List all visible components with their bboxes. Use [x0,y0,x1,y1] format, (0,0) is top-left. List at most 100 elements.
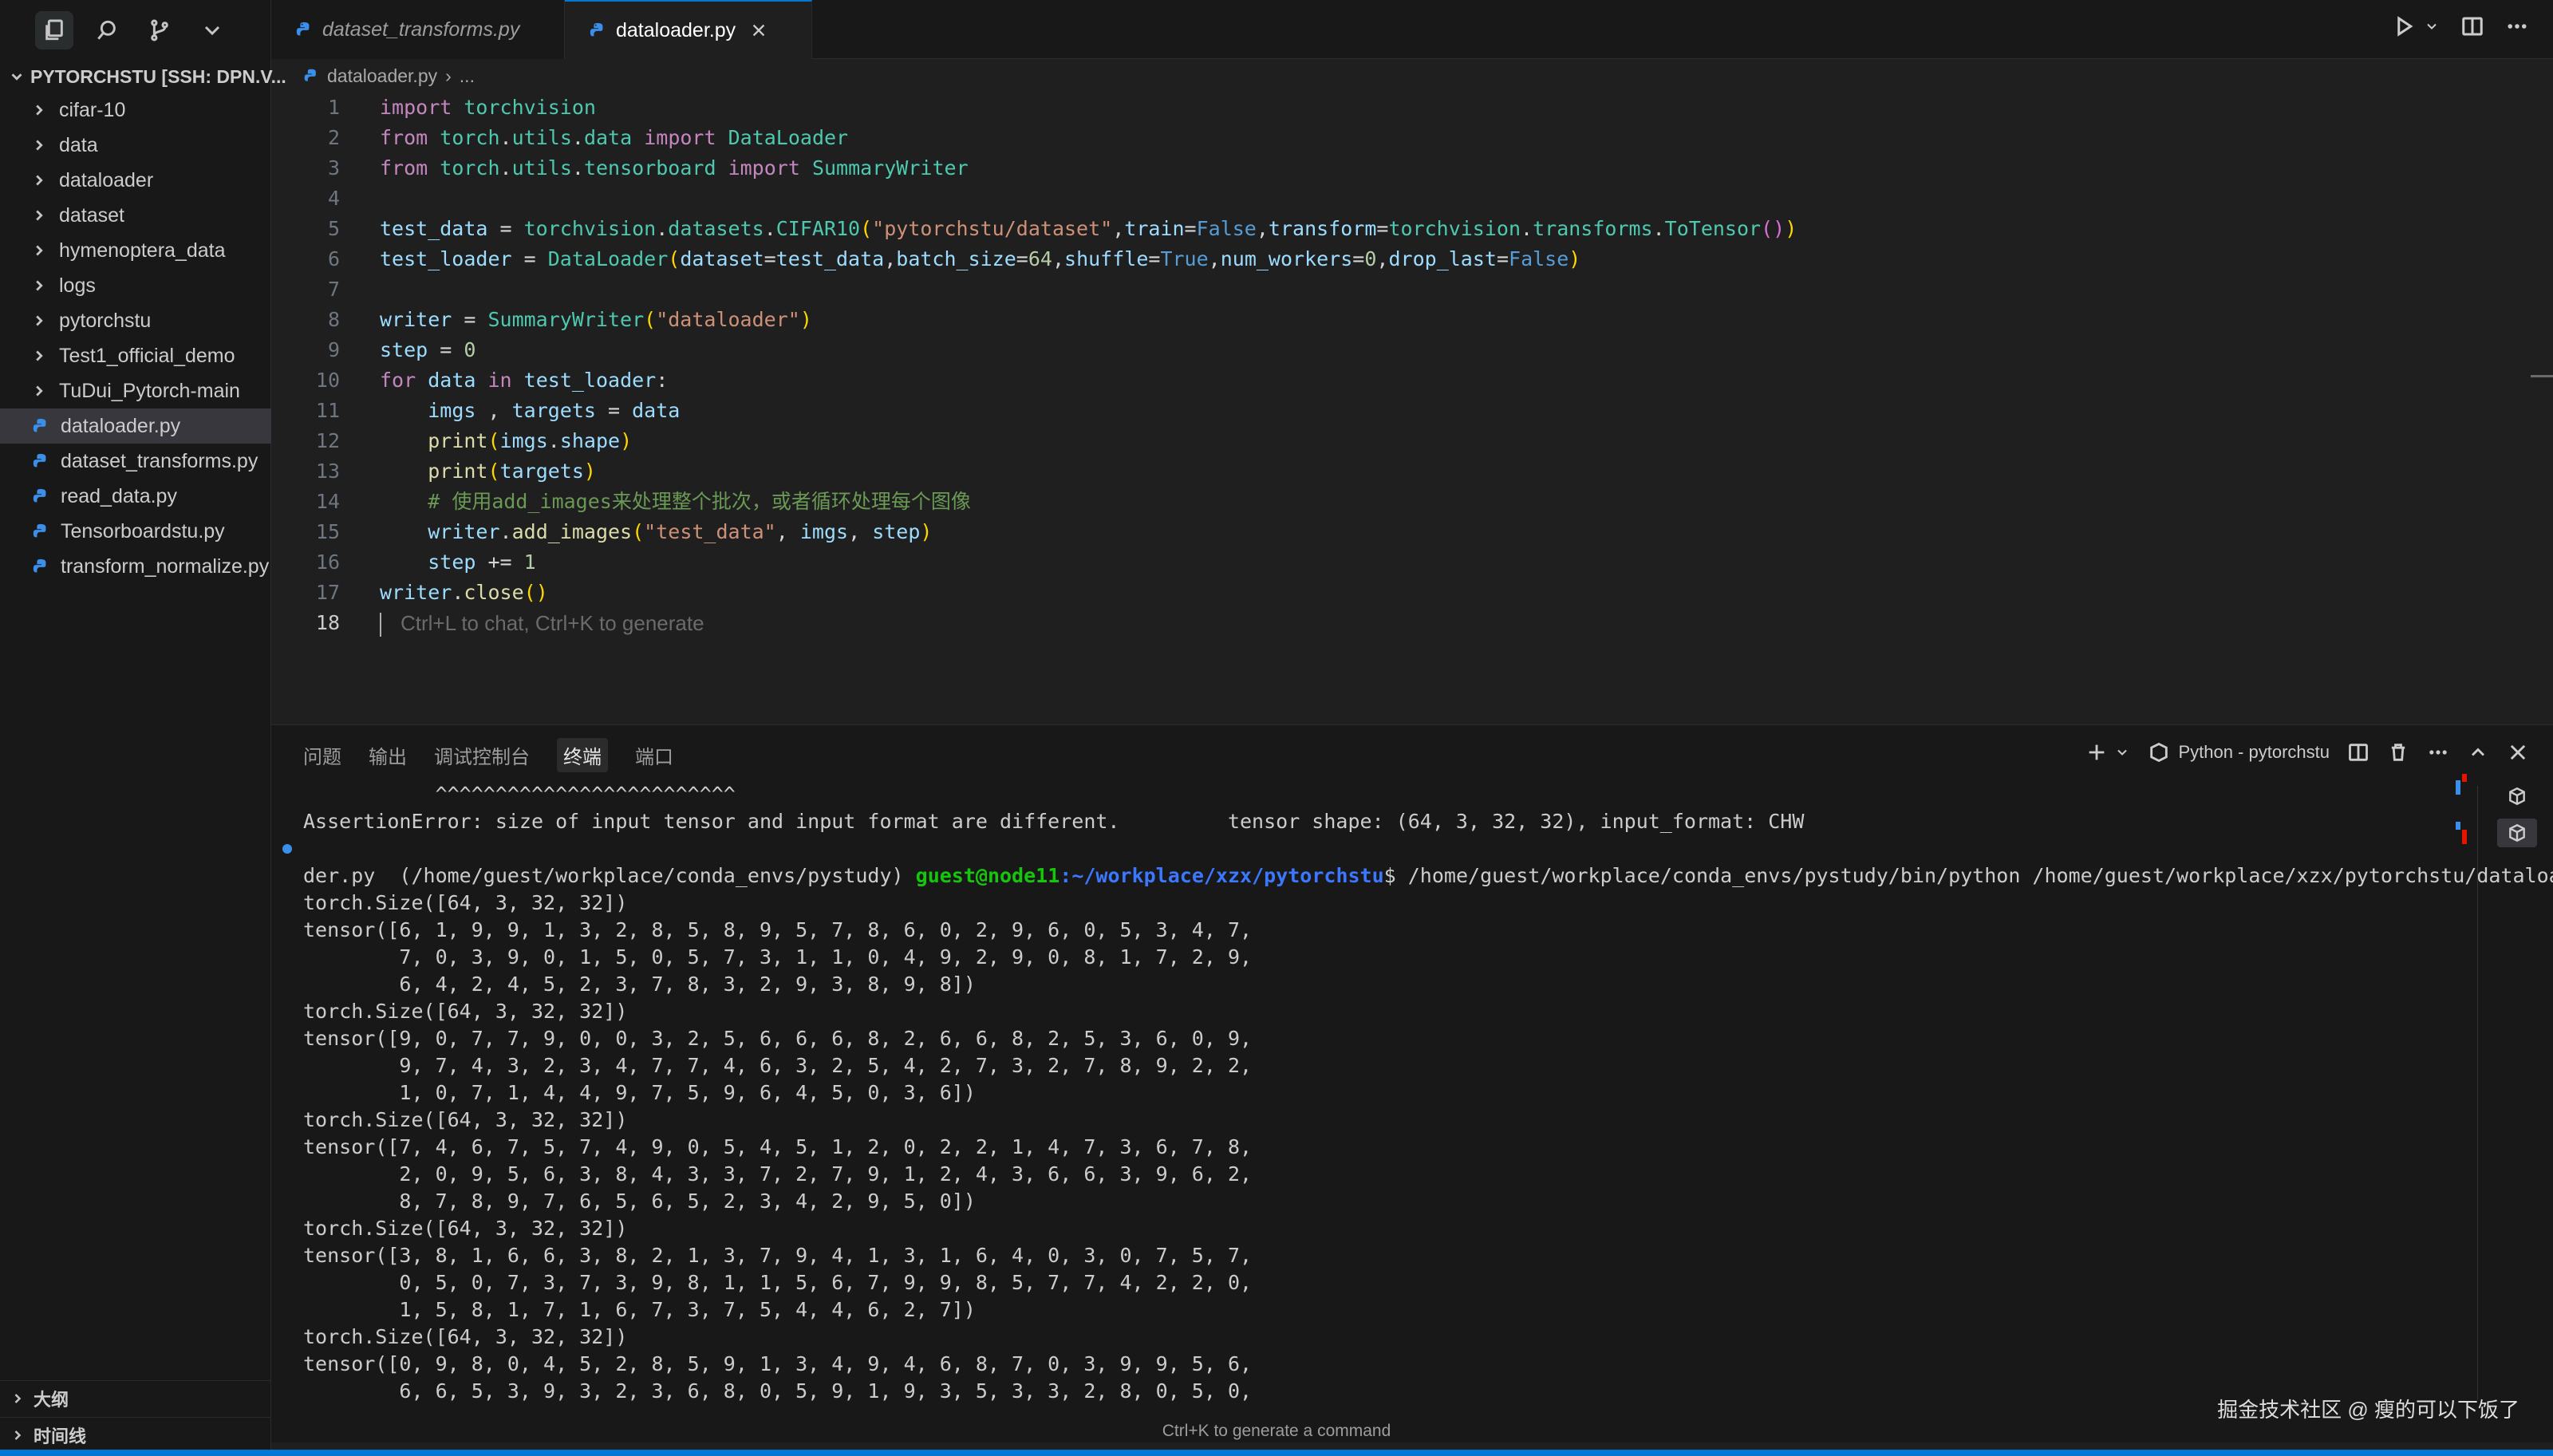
terminal-line: 6, 4, 2, 4, 5, 2, 3, 7, 8, 3, 2, 9, 3, 8… [303,973,976,996]
text-cursor [380,613,381,637]
terminal-lines: ^^^^^^^^^^^^^^^^^^^^^^^^^ AssertionError:… [303,781,2505,835]
tab-debug-console[interactable]: 调试控制台 [434,738,530,772]
tree-file[interactable]: dataloader.py [0,408,271,444]
line-number: 8 [327,308,340,331]
code-line: 7 [271,274,2529,305]
tree-file[interactable]: dataset_transforms.py [0,444,271,479]
line-number: 15 [315,520,340,543]
terminal-scrollbar[interactable] [2477,786,2478,1400]
scroll-mark [2456,822,2460,830]
breadcrumb-file[interactable]: dataloader.py [327,65,437,87]
more-actions-icon[interactable] [2427,741,2449,764]
chevron-down-icon[interactable] [2424,18,2440,34]
terminal-line: 2, 0, 9, 5, 6, 3, 8, 4, 3, 3, 7, 2, 7, 9… [303,1162,1253,1186]
terminal-line: tensor([9, 0, 7, 7, 9, 0, 0, 3, 2, 5, 6,… [303,1027,1253,1050]
run-icon[interactable] [2392,14,2416,38]
tree-item-label: data [59,133,98,156]
code-line: 14 # 使用add_images来处理整个批次，或者循环处理每个图像 [271,487,2529,517]
breadcrumb-rest[interactable]: ... [460,65,475,87]
line-number: 14 [315,490,340,513]
split-terminal-icon[interactable] [2347,741,2370,764]
tree-folder[interactable]: TuDui_Pytorch-main [0,373,271,408]
scroll-mark [2462,774,2467,782]
terminal-profile-icon [2509,787,2525,806]
terminal-line: tensor([7, 4, 6, 7, 5, 7, 4, 9, 0, 5, 4,… [303,1135,1253,1158]
tree-folder[interactable]: dataset [0,198,271,233]
explorer-root-header[interactable]: PYTORCHSTU [SSH: DPN.V... [8,62,286,91]
line-number: 9 [327,338,340,361]
tree-item-label: logs [59,274,96,297]
python-file-icon [33,488,46,503]
chevron-up-icon[interactable] [2467,741,2489,764]
chevron-down-icon[interactable] [193,11,231,49]
search-icon[interactable] [88,11,126,49]
source-control-icon[interactable] [140,11,179,49]
terminal-profile-icon [2150,742,2168,763]
sidebar: PYTORCHSTU [SSH: DPN.V... cifar-10 data da… [0,0,286,1456]
tab-dataset-transforms[interactable]: dataset_transforms.py [271,0,565,59]
explorer-title: PYTORCHSTU [SSH: DPN.V... [30,65,286,87]
editor-tab-bar: dataset_transforms.py dataloader.py [271,0,2553,59]
code-line: 3 from torch.utils.tensorboard import Sum… [271,153,2529,183]
terminal-profile-icon [2509,823,2525,842]
terminal-instance-2[interactable] [2497,819,2537,847]
code-line: 4 [271,183,2529,214]
activity-bar [35,11,231,49]
code-line: 16 step += 1 [271,547,2529,578]
chevron-right-icon [36,315,43,326]
breadcrumb-separator: › [445,65,452,86]
scroll-mark [2462,830,2467,844]
tree-folder[interactable]: logs [0,268,271,303]
terminal-output[interactable]: ^^^^^^^^^^^^^^^^^^^^^^^^^ AssertionError:… [282,781,2553,1419]
line-number: 6 [327,247,340,270]
terminal-name[interactable]: Python - pytorchstu [2178,742,2330,763]
tab-ports[interactable]: 端口 [635,738,673,772]
tree-file[interactable]: read_data.py [0,479,271,514]
chevron-right-icon [36,140,43,151]
trash-icon[interactable] [2387,741,2409,764]
editor-actions [2392,14,2529,38]
tree-file[interactable]: transform_normalize.py [0,549,271,584]
more-actions-icon[interactable] [2505,14,2529,38]
tab-dataloader[interactable]: dataloader.py [565,0,812,59]
code-line: 5 test_data = torchvision.datasets.CIFAR1… [271,214,2529,244]
terminal-line: 1, 5, 8, 1, 7, 1, 6, 7, 3, 7, 5, 4, 4, 6… [303,1298,976,1321]
outline-section[interactable]: 大纲 [0,1380,271,1415]
close-icon[interactable] [750,22,767,39]
chevron-right-icon [36,245,43,256]
tab-output[interactable]: 输出 [369,738,407,772]
code-line: 10 for data in test_loader: [271,365,2529,396]
tree-folder[interactable]: data [0,128,271,163]
terminal-line: torch.Size([64, 3, 32, 32]) [303,891,628,914]
code-line-current[interactable]: 18 Ctrl+L to chat, Ctrl+K to generate [271,608,2529,638]
terminal-prompt-line: (/home/guest/workplace/conda_envs/pystud… [282,835,2553,887]
tree-folder[interactable]: hymenoptera_data [0,233,271,268]
terminal-line: 1, 0, 7, 1, 4, 4, 9, 7, 5, 9, 6, 4, 5, 0… [303,1081,976,1104]
tab-terminal[interactable]: 终端 [557,737,608,772]
terminal-line: ^^^^^^^^^^^^^^^^^^^^^^^^^ [303,783,736,806]
tree-folder[interactable]: cifar-10 [0,93,271,128]
add-terminal-icon[interactable] [2085,741,2108,764]
chevron-right-icon [36,280,43,291]
scrollbar-marker[interactable] [2531,375,2553,377]
close-icon[interactable] [2507,741,2529,764]
tab-problems[interactable]: 问题 [303,738,341,772]
chevron-right-icon [36,210,43,221]
split-editor-icon[interactable] [2460,14,2484,38]
code-line: 12 print(imgs.shape) [271,426,2529,456]
python-file-icon [590,22,603,37]
tree-folder[interactable]: Test1_official_demo [0,338,271,373]
tree-folder[interactable]: pytorchstu [0,303,271,338]
line-number: 18 [315,611,340,634]
terminal-instance-1[interactable] [2497,782,2537,811]
line-number: 4 [327,187,340,210]
explorer-icon[interactable] [35,11,73,49]
tree-folder[interactable]: dataloader [0,163,271,198]
code-line: 1 import torchvision [271,93,2529,123]
code-editor[interactable]: 1 import torchvision 2 from torch.utils.da… [271,93,2529,723]
command-status-dot[interactable] [282,844,292,854]
chevron-down-icon[interactable] [2114,744,2130,760]
line-number: 13 [315,460,340,483]
line-number: 3 [327,156,340,180]
tree-file[interactable]: Tensorboardstu.py [0,514,271,549]
